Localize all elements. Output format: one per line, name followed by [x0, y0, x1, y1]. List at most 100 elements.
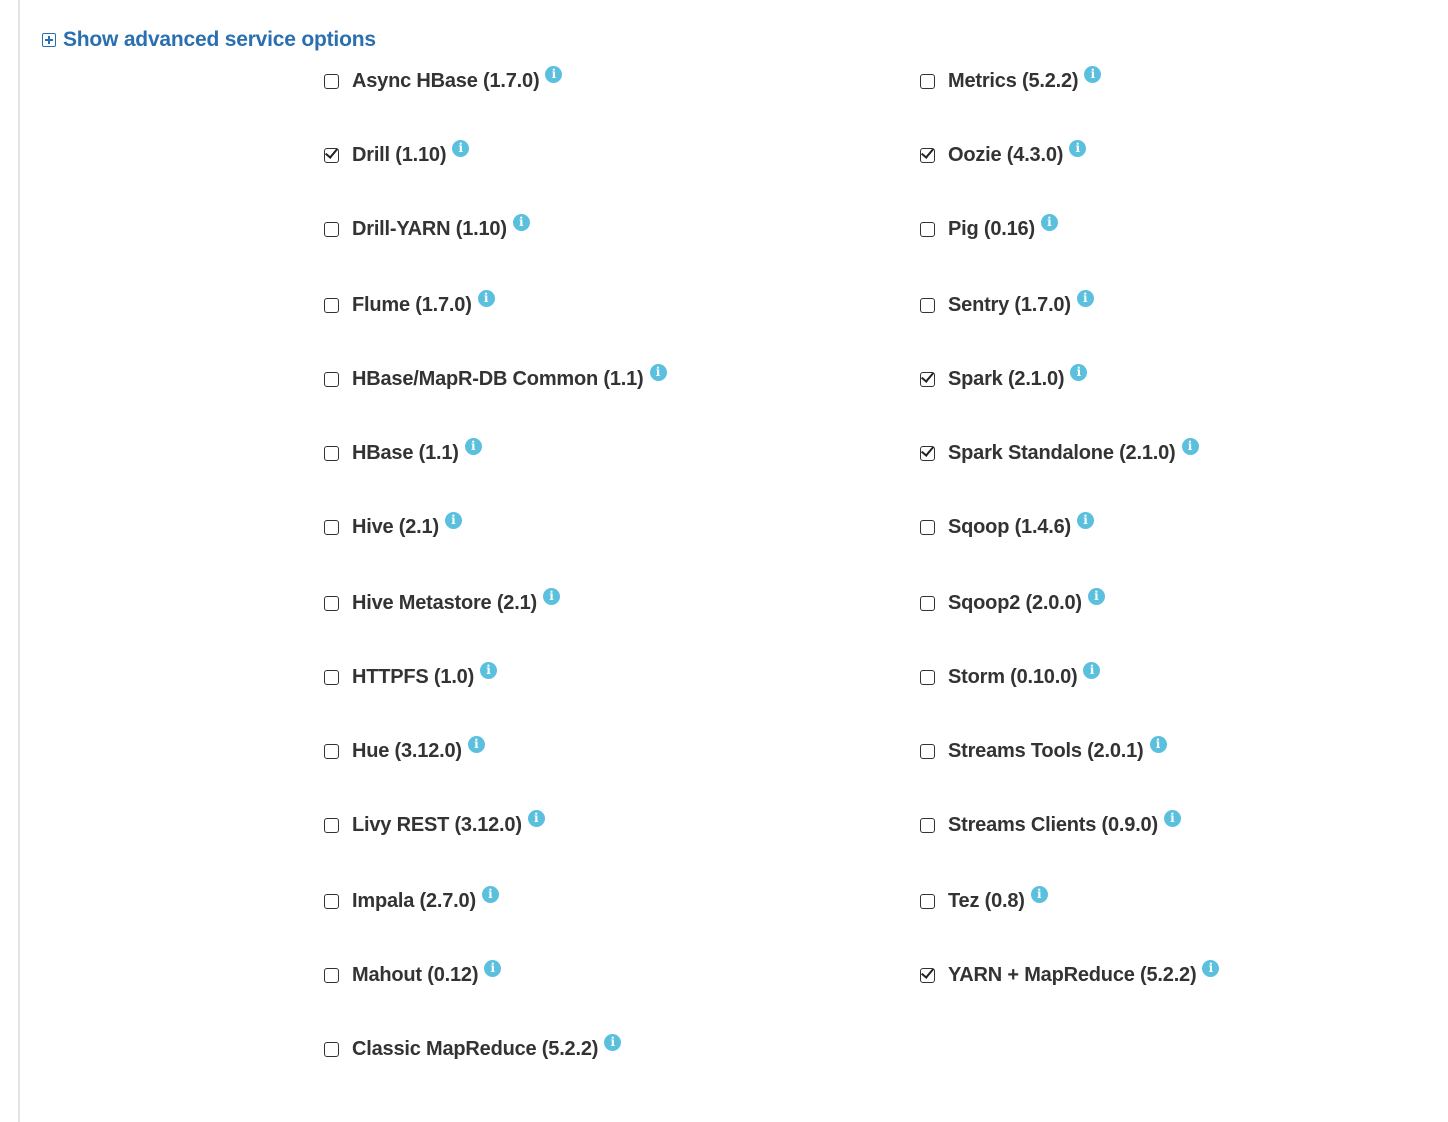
- service-label[interactable]: YARN + MapReduce (5.2.2): [948, 964, 1197, 987]
- info-icon[interactable]: i: [542, 587, 560, 605]
- service-checkbox[interactable]: [324, 669, 339, 685]
- info-icon[interactable]: i: [545, 65, 563, 83]
- service-label[interactable]: Oozie (4.3.0): [948, 144, 1063, 167]
- info-icon[interactable]: i: [1087, 587, 1105, 605]
- service-label[interactable]: Storm (0.10.0): [948, 666, 1078, 689]
- service-option-sqoop2[interactable]: Sqoop2 (2.0.0) i: [920, 587, 1105, 618]
- service-checkbox[interactable]: [324, 73, 339, 89]
- service-checkbox[interactable]: [920, 817, 935, 833]
- service-option-httpfs[interactable]: HTTPFS (1.0) i: [324, 661, 498, 692]
- service-checkbox[interactable]: [920, 297, 935, 313]
- service-label[interactable]: Mahout (0.12): [352, 964, 478, 987]
- service-checkbox[interactable]: [324, 445, 339, 461]
- info-icon[interactable]: i: [604, 1033, 622, 1051]
- service-checkbox[interactable]: [920, 595, 935, 611]
- service-checkbox[interactable]: [324, 595, 339, 611]
- service-option-classic-mapreduce[interactable]: Classic MapReduce (5.2.2) i: [324, 1033, 622, 1064]
- service-label[interactable]: Metrics (5.2.2): [948, 70, 1079, 93]
- service-option-drill-yarn[interactable]: Drill-YARN (1.10) i: [324, 213, 530, 244]
- service-label[interactable]: Streams Clients (0.9.0): [948, 814, 1158, 837]
- info-icon[interactable]: i: [480, 661, 498, 679]
- info-icon[interactable]: i: [481, 885, 499, 903]
- service-label[interactable]: Tez (0.8): [948, 890, 1025, 913]
- info-icon[interactable]: i: [1030, 885, 1048, 903]
- service-checkbox[interactable]: [920, 519, 935, 535]
- service-checkbox[interactable]: [920, 73, 935, 89]
- service-checkbox[interactable]: [920, 371, 935, 387]
- service-checkbox[interactable]: [324, 519, 339, 535]
- info-icon[interactable]: i: [1181, 437, 1199, 455]
- service-label[interactable]: Impala (2.7.0): [352, 890, 476, 913]
- service-option-oozie[interactable]: Oozie (4.3.0) i: [920, 139, 1087, 170]
- service-checkbox[interactable]: [324, 371, 339, 387]
- service-label[interactable]: Sentry (1.7.0): [948, 294, 1071, 317]
- service-option-hive-metastore[interactable]: Hive Metastore (2.1) i: [324, 587, 560, 618]
- info-icon[interactable]: i: [1149, 735, 1167, 753]
- service-option-livy-rest[interactable]: Livy REST (3.12.0) i: [324, 809, 545, 840]
- service-label[interactable]: Async HBase (1.7.0): [352, 70, 540, 93]
- service-checkbox[interactable]: [920, 967, 935, 983]
- service-checkbox[interactable]: [920, 147, 935, 163]
- info-icon[interactable]: i: [1084, 65, 1102, 83]
- info-icon[interactable]: i: [1069, 139, 1087, 157]
- service-option-async-hbase[interactable]: Async HBase (1.7.0) i: [324, 65, 563, 96]
- service-option-storm[interactable]: Storm (0.10.0) i: [920, 661, 1101, 692]
- service-checkbox[interactable]: [920, 669, 935, 685]
- service-checkbox[interactable]: [324, 967, 339, 983]
- service-checkbox[interactable]: [324, 893, 339, 909]
- service-label[interactable]: Spark (2.1.0): [948, 368, 1065, 391]
- service-checkbox[interactable]: [920, 893, 935, 909]
- service-option-hbase-mapr-db-common[interactable]: HBase/MapR-DB Common (1.1) i: [324, 363, 667, 394]
- service-option-yarn-mapreduce[interactable]: YARN + MapReduce (5.2.2) i: [920, 959, 1220, 990]
- info-icon[interactable]: i: [452, 139, 470, 157]
- info-icon[interactable]: i: [464, 437, 482, 455]
- service-option-flume[interactable]: Flume (1.7.0) i: [324, 289, 495, 320]
- service-option-metrics[interactable]: Metrics (5.2.2) i: [920, 65, 1102, 96]
- service-option-pig[interactable]: Pig (0.16) i: [920, 213, 1058, 244]
- service-label[interactable]: HBase/MapR-DB Common (1.1): [352, 368, 644, 391]
- info-icon[interactable]: i: [467, 735, 485, 753]
- service-option-hive[interactable]: Hive (2.1) i: [324, 511, 462, 542]
- service-option-drill[interactable]: Drill (1.10) i: [324, 139, 470, 170]
- service-option-impala[interactable]: Impala (2.7.0) i: [324, 885, 499, 916]
- service-checkbox[interactable]: [920, 445, 935, 461]
- service-label[interactable]: Hive (2.1): [352, 516, 439, 539]
- service-label[interactable]: Flume (1.7.0): [352, 294, 472, 317]
- info-icon[interactable]: i: [444, 511, 462, 529]
- service-label[interactable]: Streams Tools (2.0.1): [948, 740, 1144, 763]
- service-option-hbase[interactable]: HBase (1.1) i: [324, 437, 482, 468]
- service-checkbox[interactable]: [920, 743, 935, 759]
- info-icon[interactable]: i: [1163, 809, 1181, 827]
- service-label[interactable]: Classic MapReduce (5.2.2): [352, 1038, 598, 1061]
- service-option-hue[interactable]: Hue (3.12.0) i: [324, 735, 485, 766]
- service-label[interactable]: Hue (3.12.0): [352, 740, 462, 763]
- info-icon[interactable]: i: [1040, 213, 1058, 231]
- service-label[interactable]: HBase (1.1): [352, 442, 459, 465]
- service-label[interactable]: Drill (1.10): [352, 144, 447, 167]
- service-checkbox[interactable]: [324, 743, 339, 759]
- service-label[interactable]: Spark Standalone (2.1.0): [948, 442, 1176, 465]
- info-icon[interactable]: i: [477, 289, 495, 307]
- service-label[interactable]: Hive Metastore (2.1): [352, 592, 537, 615]
- info-icon[interactable]: i: [1076, 511, 1094, 529]
- service-checkbox[interactable]: [324, 1041, 339, 1057]
- service-checkbox[interactable]: [324, 297, 339, 313]
- service-checkbox[interactable]: [920, 221, 935, 237]
- info-icon[interactable]: i: [1083, 661, 1101, 679]
- info-icon[interactable]: i: [1070, 363, 1088, 381]
- service-label[interactable]: HTTPFS (1.0): [352, 666, 474, 689]
- info-icon[interactable]: i: [527, 809, 545, 827]
- service-checkbox[interactable]: [324, 221, 339, 237]
- service-option-sqoop[interactable]: Sqoop (1.4.6) i: [920, 511, 1094, 542]
- service-option-streams-tools[interactable]: Streams Tools (2.0.1) i: [920, 735, 1167, 766]
- info-icon[interactable]: i: [1202, 959, 1220, 977]
- service-label[interactable]: Sqoop (1.4.6): [948, 516, 1071, 539]
- service-checkbox[interactable]: [324, 817, 339, 833]
- service-checkbox[interactable]: [324, 147, 339, 163]
- service-label[interactable]: Pig (0.16): [948, 218, 1035, 241]
- service-option-tez[interactable]: Tez (0.8) i: [920, 885, 1048, 916]
- info-icon[interactable]: i: [1076, 289, 1094, 307]
- info-icon[interactable]: i: [649, 363, 667, 381]
- service-option-spark-standalone[interactable]: Spark Standalone (2.1.0) i: [920, 437, 1199, 468]
- info-icon[interactable]: i: [484, 959, 502, 977]
